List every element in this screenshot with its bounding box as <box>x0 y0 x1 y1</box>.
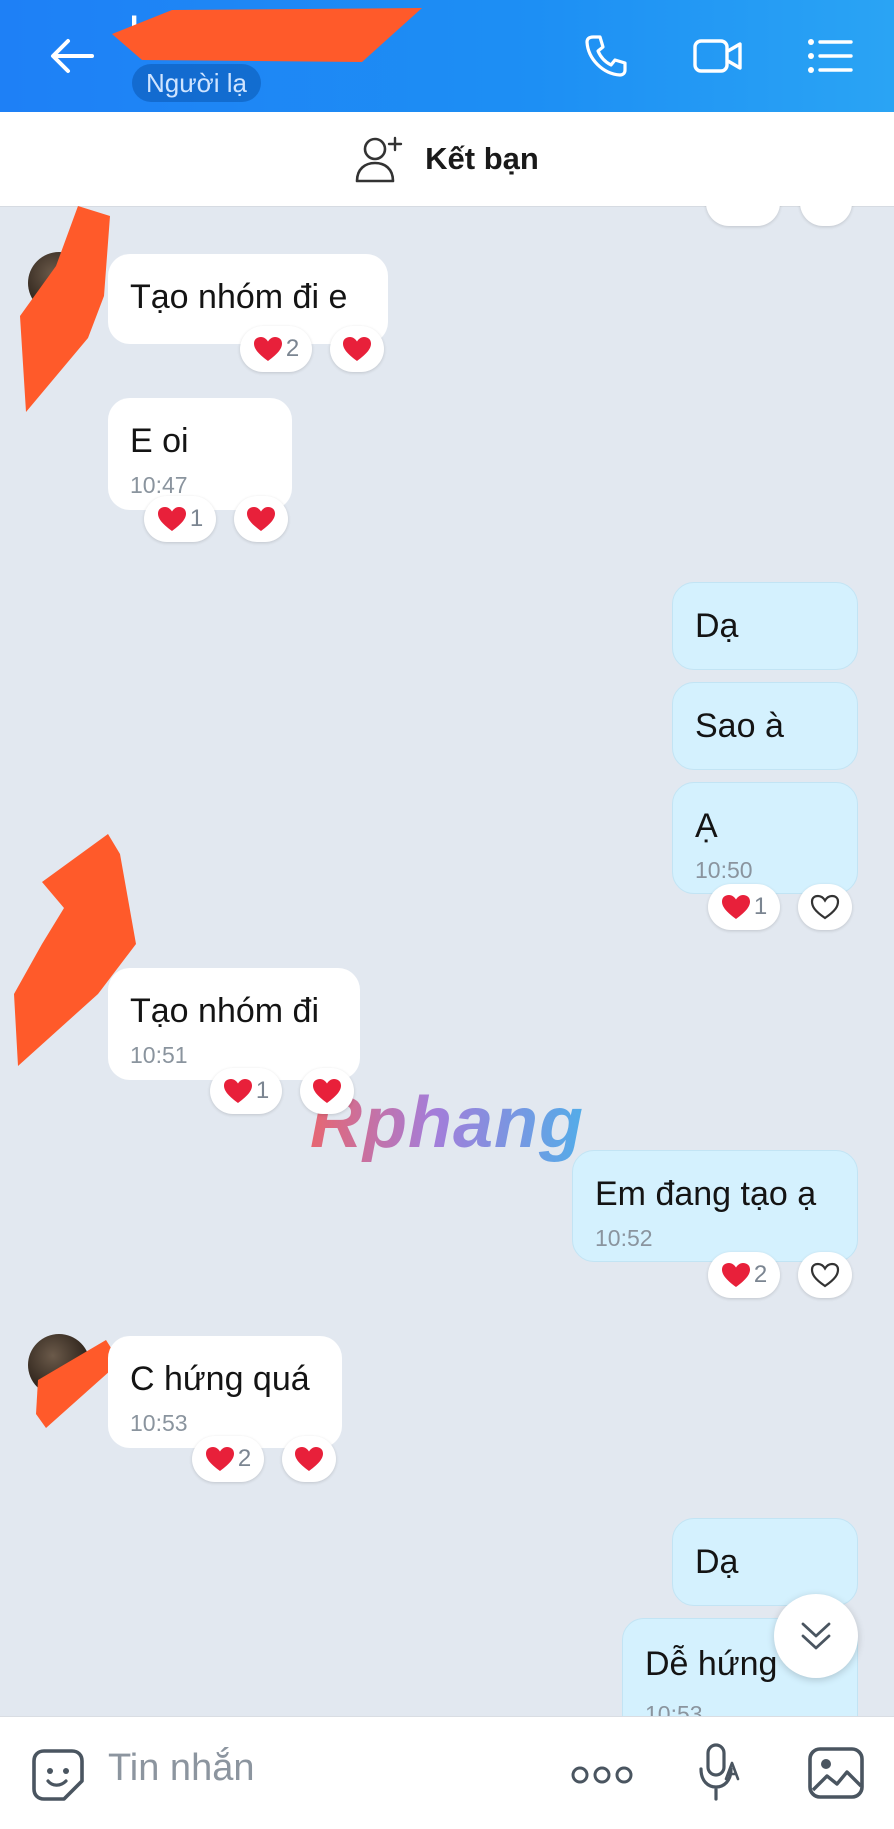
reaction-count: 2 <box>753 1261 768 1288</box>
reaction-counter[interactable]: 2 <box>192 1436 264 1482</box>
react-button[interactable] <box>798 1252 852 1298</box>
reaction-count: 1 <box>189 505 204 532</box>
reaction-counter[interactable]: 2 <box>708 1252 780 1298</box>
heart-icon <box>223 1079 252 1103</box>
react-button[interactable] <box>798 884 852 930</box>
heart-icon <box>247 507 275 531</box>
message-text: Tạo nhóm đi e <box>130 278 348 316</box>
message-time: 10:53 <box>130 1410 188 1436</box>
reaction-counter[interactable]: 1 <box>708 884 780 930</box>
reaction-count: 2 <box>237 1445 252 1472</box>
chat-thread[interactable]: Tạo nhóm đi e 2 E oi 10:47 1 Dạ Sao à Ạ … <box>0 206 894 1716</box>
message-bubble-outgoing[interactable]: Em đang tạo ạ 10:52 <box>572 1150 858 1262</box>
video-camera-icon <box>693 39 742 73</box>
stranger-badge: Người lạ <box>132 64 261 102</box>
menu-list-icon <box>808 39 853 73</box>
heart-icon <box>157 507 186 531</box>
message-text: Ạ <box>695 807 718 845</box>
reaction-count: 2 <box>285 335 300 362</box>
react-button[interactable] <box>330 326 384 372</box>
voice-message-button[interactable] <box>690 1741 750 1805</box>
message-text: Em đang tạo ạ <box>595 1175 817 1213</box>
message-text: Dễ hứng <box>645 1645 778 1683</box>
scroll-to-bottom-button[interactable] <box>774 1594 858 1678</box>
heart-outline-icon <box>810 894 840 920</box>
message-text: Tạo nhóm đi <box>130 992 319 1030</box>
send-image-button[interactable] <box>804 1741 868 1805</box>
video-call-button[interactable] <box>684 22 752 90</box>
add-user-icon <box>355 136 403 183</box>
reaction-counter[interactable]: 1 <box>210 1068 282 1114</box>
message-time: 10:47 <box>130 472 188 498</box>
heart-icon <box>313 1079 341 1103</box>
message-composer: Tin nhắn <box>0 1716 894 1829</box>
message-bubble-incoming[interactable]: C hứng quá 10:53 <box>108 1336 342 1448</box>
message-time: 10:51 <box>130 1042 188 1068</box>
message-text: Dạ <box>695 1543 739 1581</box>
message-bubble-incoming[interactable]: E oi 10:47 <box>108 398 292 510</box>
message-text: E oi <box>130 422 189 460</box>
heart-icon <box>721 1263 750 1287</box>
message-time: 10:50 <box>695 857 753 883</box>
reaction-count: 1 <box>753 893 768 920</box>
react-button-partial[interactable] <box>800 206 852 226</box>
message-text: Sao à <box>695 707 784 745</box>
image-gallery-icon <box>808 1747 864 1799</box>
message-bubble-outgoing[interactable]: Ạ 10:50 <box>672 782 858 894</box>
react-button[interactable] <box>282 1436 336 1482</box>
double-chevron-down-icon <box>801 1622 831 1650</box>
sticker-emoji-icon <box>32 1749 84 1801</box>
sticker-button[interactable] <box>28 1745 88 1805</box>
heart-icon <box>343 337 371 361</box>
message-text: C hứng quá <box>130 1360 310 1398</box>
more-options-button[interactable] <box>566 1745 638 1805</box>
name-redaction-mark <box>112 8 422 62</box>
reaction-counter[interactable]: 1 <box>144 496 216 542</box>
back-arrow-icon <box>51 39 94 73</box>
message-text: Dạ <box>695 607 739 645</box>
react-button[interactable] <box>234 496 288 542</box>
add-friend-button[interactable]: Kết bạn <box>0 112 894 207</box>
phone-icon <box>585 35 627 77</box>
add-friend-label: Kết bạn <box>425 141 539 176</box>
message-bubble-outgoing[interactable]: Dạ <box>672 1518 858 1606</box>
reaction-count: 1 <box>255 1077 270 1104</box>
message-bubble-outgoing[interactable]: Sao à <box>672 682 858 770</box>
message-bubble-outgoing[interactable]: Dạ <box>672 582 858 670</box>
avatar-redaction-mark <box>20 206 110 412</box>
microphone-icon <box>699 1743 740 1801</box>
heart-icon <box>295 1447 323 1471</box>
chat-header: I Người lạ <box>0 0 894 112</box>
message-time: 10:52 <box>595 1225 653 1251</box>
heart-icon <box>205 1447 234 1471</box>
chat-menu-button[interactable] <box>796 22 864 90</box>
heart-outline-icon <box>810 1262 840 1288</box>
heart-icon <box>721 895 750 919</box>
react-button[interactable] <box>300 1068 354 1114</box>
heart-icon <box>253 337 282 361</box>
more-dots-icon <box>571 1766 633 1784</box>
back-button[interactable] <box>38 22 106 90</box>
voice-call-button[interactable] <box>572 22 640 90</box>
reaction-counter[interactable]: 2 <box>240 326 312 372</box>
reaction-counter-partial[interactable] <box>706 206 780 226</box>
message-time: 10:53 <box>645 1701 703 1716</box>
message-bubble-incoming[interactable]: Tạo nhóm đi 10:51 <box>108 968 360 1080</box>
message-input[interactable]: Tin nhắn <box>108 1747 254 1790</box>
